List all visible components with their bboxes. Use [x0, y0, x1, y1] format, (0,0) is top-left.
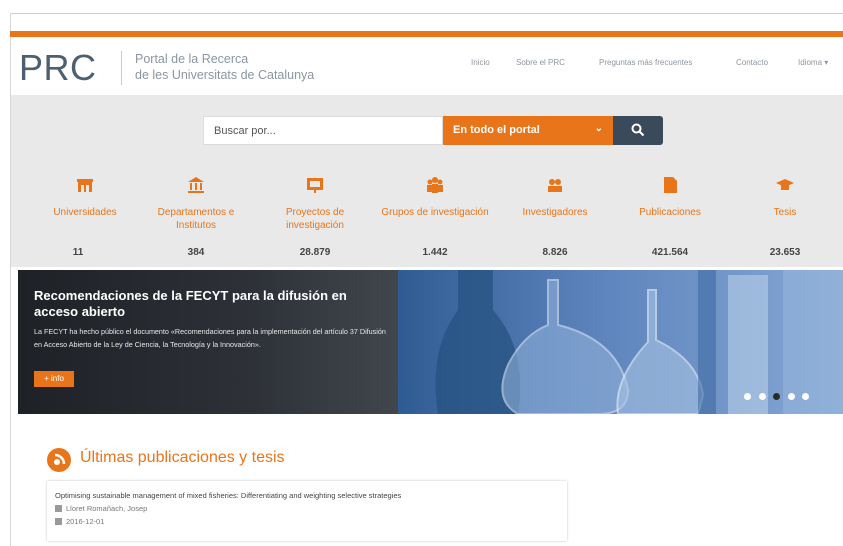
group-icon [427, 177, 443, 193]
rss-icon [47, 448, 71, 472]
category-count-departamentos: 384 [187, 247, 205, 258]
category-grupos[interactable]: Grupos de investigación [377, 176, 493, 219]
category-label: Grupos de investigación [381, 207, 489, 218]
researchers-icon [548, 179, 562, 192]
user-icon [55, 505, 62, 512]
category-proyectos[interactable]: Proyectos de investigación [257, 176, 373, 232]
tagline-line-2: de les Universitats de Catalunya [135, 68, 315, 82]
publication-date: 2016-12-01 [55, 517, 104, 526]
search-scope-select[interactable]: En todo el portal ⌄ [443, 116, 613, 145]
category-label: Universidades [53, 207, 117, 218]
nav-sobre-prc[interactable]: Sobre el PRC [516, 58, 565, 67]
document-icon [664, 177, 677, 193]
category-departamentos[interactable]: Departamentos e Institutos [138, 176, 254, 232]
category-count-tesis: 23.653 [769, 247, 801, 258]
category-publicaciones[interactable]: Publicaciones [612, 176, 728, 219]
category-investigadores[interactable]: Investigadores [497, 176, 613, 219]
nav-contacto[interactable]: Contacto [736, 58, 768, 67]
search-input[interactable]: Buscar por... [203, 116, 443, 145]
news-carousel[interactable]: Recomendaciones de la FECYT para la difu… [18, 270, 843, 414]
chevron-down-icon: ⌄ [594, 123, 603, 134]
date-value: 2016-12-01 [66, 517, 105, 526]
category-count-grupos: 1.442 [422, 247, 448, 258]
nav-idioma[interactable]: Idioma ▾ [798, 58, 828, 67]
category-label: Publicaciones [639, 207, 701, 218]
category-label: Tesis [773, 207, 797, 218]
department-icon [188, 177, 204, 193]
category-label: Proyectos de investigación [285, 207, 345, 231]
publication-card[interactable]: Optimising sustainable management of mix… [47, 481, 567, 541]
category-count-universidades: 11 [72, 247, 84, 258]
category-count-publicaciones: 421.564 [651, 247, 689, 258]
calendar-icon [55, 518, 62, 525]
project-icon [307, 178, 323, 193]
carousel-pagination [741, 387, 809, 405]
more-info-button[interactable]: + info [34, 371, 74, 387]
logo-divider [121, 51, 122, 85]
category-label: Departamentos e Institutos [157, 207, 235, 231]
category-label: Investigadores [522, 207, 588, 218]
publication-title[interactable]: Optimising sustainable management of mix… [55, 491, 401, 500]
top-border [10, 13, 843, 14]
site-tagline: Portal de la Recerca de les Universitats… [135, 51, 314, 83]
carousel-dot[interactable] [802, 393, 809, 400]
carousel-dot-active[interactable] [773, 393, 781, 400]
search-scope-label: En todo el portal [453, 124, 540, 136]
nav-faq[interactable]: Preguntas más frecuentes [599, 58, 692, 67]
nav-inicio[interactable]: Inicio [471, 58, 490, 67]
tagline-line-1: Portal de la Recerca [135, 52, 249, 66]
author-name: Lloret Romañach, Josep [66, 504, 148, 513]
publication-author: Lloret Romañach, Josep [55, 504, 147, 513]
prc-logo[interactable]: PRC [19, 50, 97, 86]
category-universidades[interactable]: Universidades [27, 176, 143, 219]
carousel-dot[interactable] [787, 393, 795, 400]
carousel-dot[interactable] [744, 393, 752, 400]
site-header: PRC Portal de la Recerca de les Universi… [11, 37, 843, 95]
search-button[interactable] [613, 116, 663, 145]
university-icon [77, 179, 93, 192]
category-tesis[interactable]: Tesis [727, 176, 843, 219]
graduation-cap-icon [776, 179, 794, 190]
category-count-proyectos: 28.879 [299, 247, 331, 258]
search-icon [631, 123, 645, 137]
banner-title: Recomendaciones de la FECYT para la difu… [34, 288, 347, 319]
banner-text: La FECYT ha hecho público el documento «… [34, 327, 386, 349]
latest-publications-heading: Últimas publicaciones y tesis [80, 449, 285, 466]
carousel-dot[interactable] [758, 393, 766, 400]
category-count-investigadores: 8.826 [542, 247, 568, 258]
